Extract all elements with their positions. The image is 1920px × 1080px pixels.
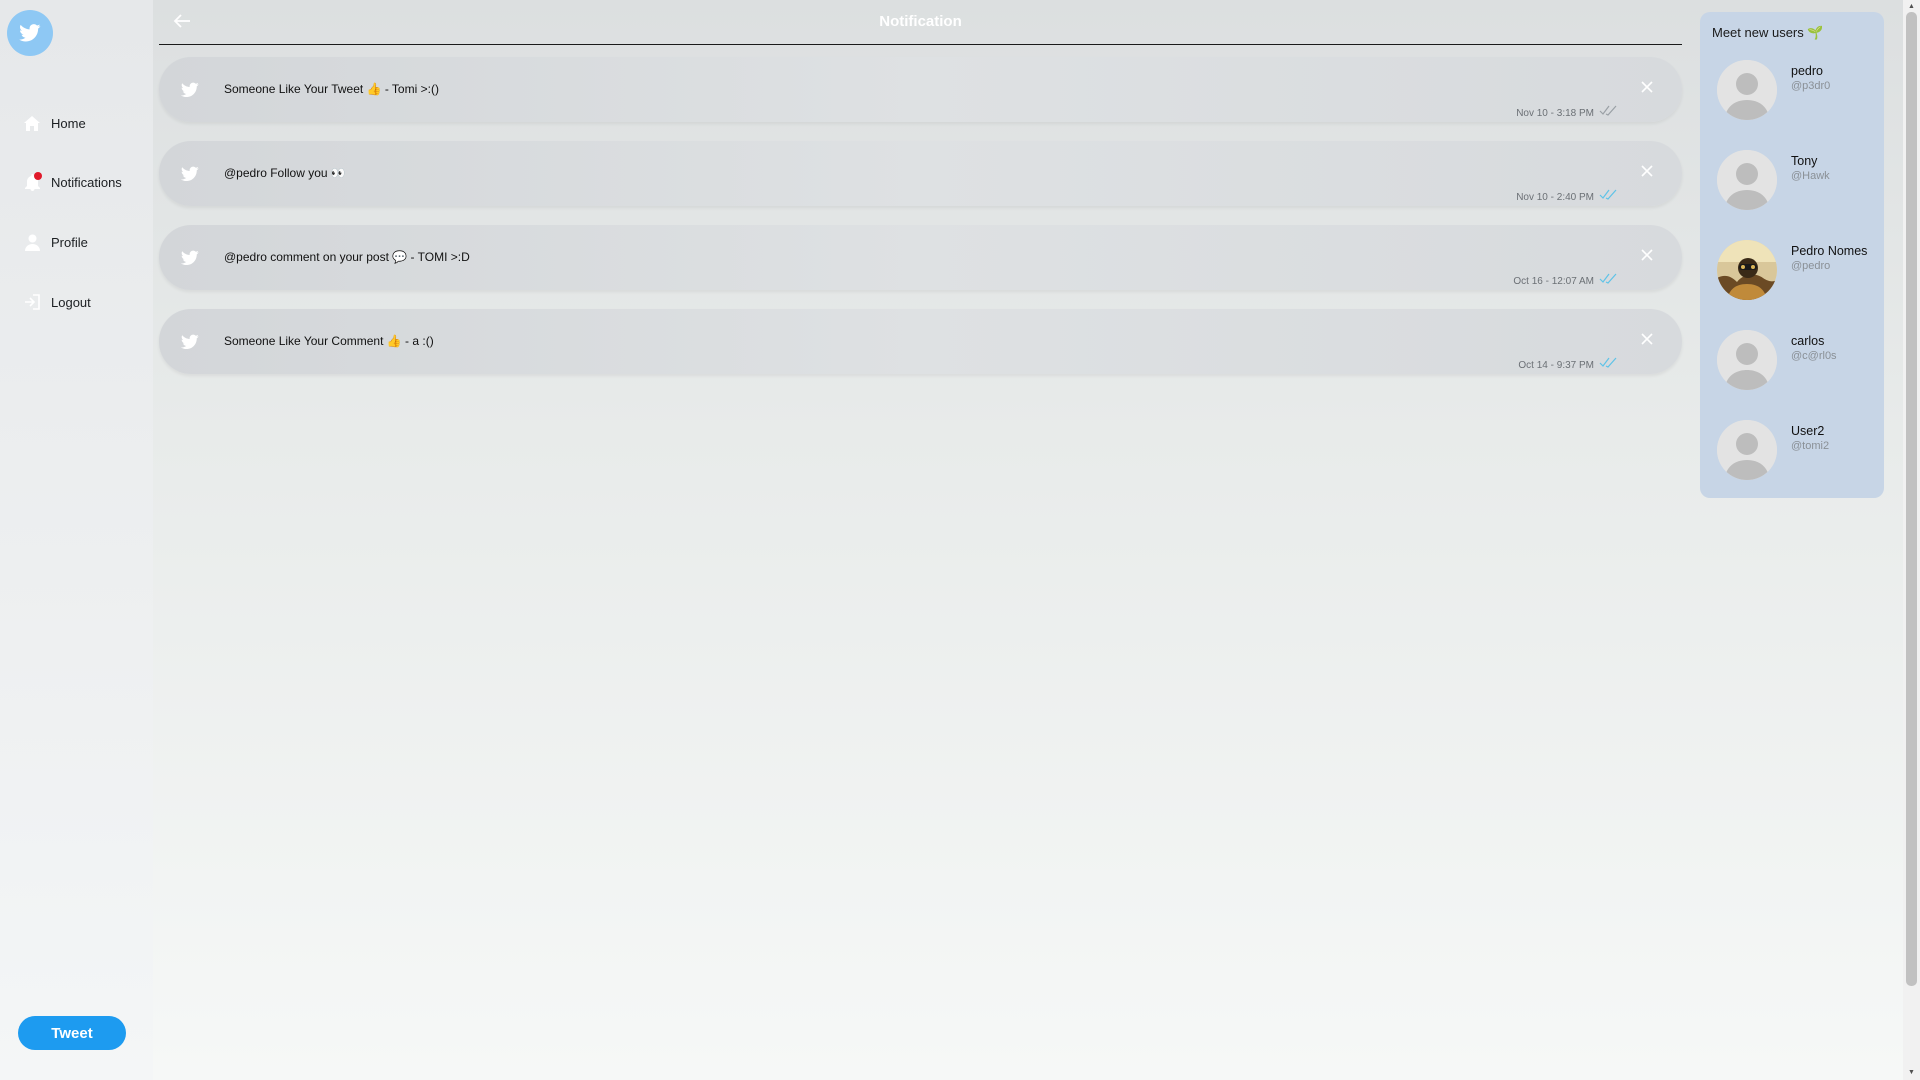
avatar — [1717, 420, 1777, 480]
notifications-main: Notification Someone Like Your Tweet 👍 -… — [159, 0, 1682, 1080]
user-suggestion[interactable]: carlos @c@rl0s — [1717, 330, 1877, 390]
user-icon — [22, 232, 42, 252]
scroll-up-icon[interactable]: ▲ — [1907, 2, 1916, 11]
double-check-icon — [1599, 189, 1617, 200]
close-icon[interactable] — [1640, 80, 1654, 94]
bell-icon — [22, 172, 42, 192]
double-check-icon — [1599, 273, 1617, 284]
user-name: User2 — [1791, 424, 1825, 438]
sidebar-item-profile[interactable]: Profile — [22, 231, 88, 253]
scrollbar-thumb[interactable] — [1906, 12, 1917, 986]
notification-text: Someone Like Your Tweet 👍 - Tomi >:() — [224, 82, 439, 96]
vertical-scrollbar[interactable]: ▲ ▼ — [1903, 0, 1920, 1080]
notification-time: Oct 16 - 12:07 AM — [1513, 276, 1594, 287]
avatar — [1717, 60, 1777, 120]
close-icon[interactable] — [1640, 164, 1654, 178]
notification-item[interactable]: @pedro Follow you 👀 Nov 10 - 2:40 PM — [159, 141, 1682, 206]
notification-time: Nov 10 - 2:40 PM — [1516, 192, 1594, 203]
notification-text: Someone Like Your Comment 👍 - a :() — [224, 334, 434, 348]
twitter-logo[interactable] — [7, 10, 53, 56]
notification-time: Oct 14 - 9:37 PM — [1518, 360, 1594, 371]
notification-text: @pedro comment on your post 💬 - TOMI >:D — [224, 250, 470, 264]
twitter-bird-icon — [181, 334, 199, 350]
user-suggestion[interactable]: pedro @p3dr0 — [1717, 60, 1877, 120]
user-suggestion[interactable]: Tony @Hawk — [1717, 150, 1877, 210]
sidebar: Home Notifications Profile Logout Tweet — [0, 0, 153, 1080]
user-handle: @p3dr0 — [1791, 80, 1831, 92]
user-handle: @c@rl0s — [1791, 350, 1837, 362]
avatar — [1717, 150, 1777, 210]
user-handle: @Hawk — [1791, 170, 1830, 182]
meet-new-users-panel: Meet new users 🌱 pedro @p3dr0 Tony @Hawk — [1700, 12, 1884, 498]
user-name: pedro — [1791, 64, 1823, 78]
notification-text: @pedro Follow you 👀 — [224, 166, 346, 180]
twitter-bird-icon — [181, 82, 199, 98]
user-name: carlos — [1791, 334, 1825, 348]
user-handle: @tomi2 — [1791, 440, 1830, 452]
close-icon[interactable] — [1640, 332, 1654, 346]
sidebar-item-label: Notifications — [51, 174, 122, 190]
avatar — [1717, 330, 1777, 390]
twitter-bird-icon — [181, 250, 199, 266]
avatar-photo — [1717, 240, 1777, 300]
double-check-icon — [1599, 357, 1617, 368]
close-icon[interactable] — [1640, 248, 1654, 262]
notification-item[interactable]: Someone Like Your Tweet 👍 - Tomi >:() No… — [159, 57, 1682, 122]
sidebar-item-notifications[interactable]: Notifications — [22, 171, 122, 193]
sidebar-item-home[interactable]: Home — [22, 112, 86, 134]
user-suggestion[interactable]: User2 @tomi2 — [1717, 420, 1877, 480]
tweet-button[interactable]: Tweet — [18, 1016, 126, 1050]
notification-badge — [34, 172, 42, 180]
twitter-bird-icon — [181, 166, 199, 182]
double-check-icon — [1599, 105, 1617, 116]
user-name: Tony — [1791, 154, 1818, 168]
sidebar-item-label: Profile — [51, 234, 88, 250]
user-handle: @pedro — [1791, 260, 1831, 272]
logout-icon — [22, 292, 42, 312]
scroll-down-icon[interactable]: ▼ — [1907, 1068, 1916, 1077]
sidebar-item-logout[interactable]: Logout — [22, 291, 91, 313]
page-header: Notification — [159, 0, 1682, 45]
user-suggestion[interactable]: Pedro Nomes @pedro — [1717, 240, 1877, 300]
sidebar-item-label: Logout — [51, 294, 91, 310]
page-title: Notification — [879, 13, 962, 30]
twitter-bird-icon — [19, 24, 41, 42]
notification-item[interactable]: @pedro comment on your post 💬 - TOMI >:D… — [159, 225, 1682, 290]
sidebar-item-label: Home — [51, 115, 86, 131]
notification-list: Someone Like Your Tweet 👍 - Tomi >:() No… — [159, 57, 1682, 393]
notification-item[interactable]: Someone Like Your Comment 👍 - a :() Oct … — [159, 309, 1682, 374]
home-icon — [22, 113, 42, 133]
panel-title: Meet new users 🌱 — [1712, 25, 1824, 40]
user-name: Pedro Nomes — [1791, 244, 1868, 258]
notification-time: Nov 10 - 3:18 PM — [1516, 108, 1594, 119]
